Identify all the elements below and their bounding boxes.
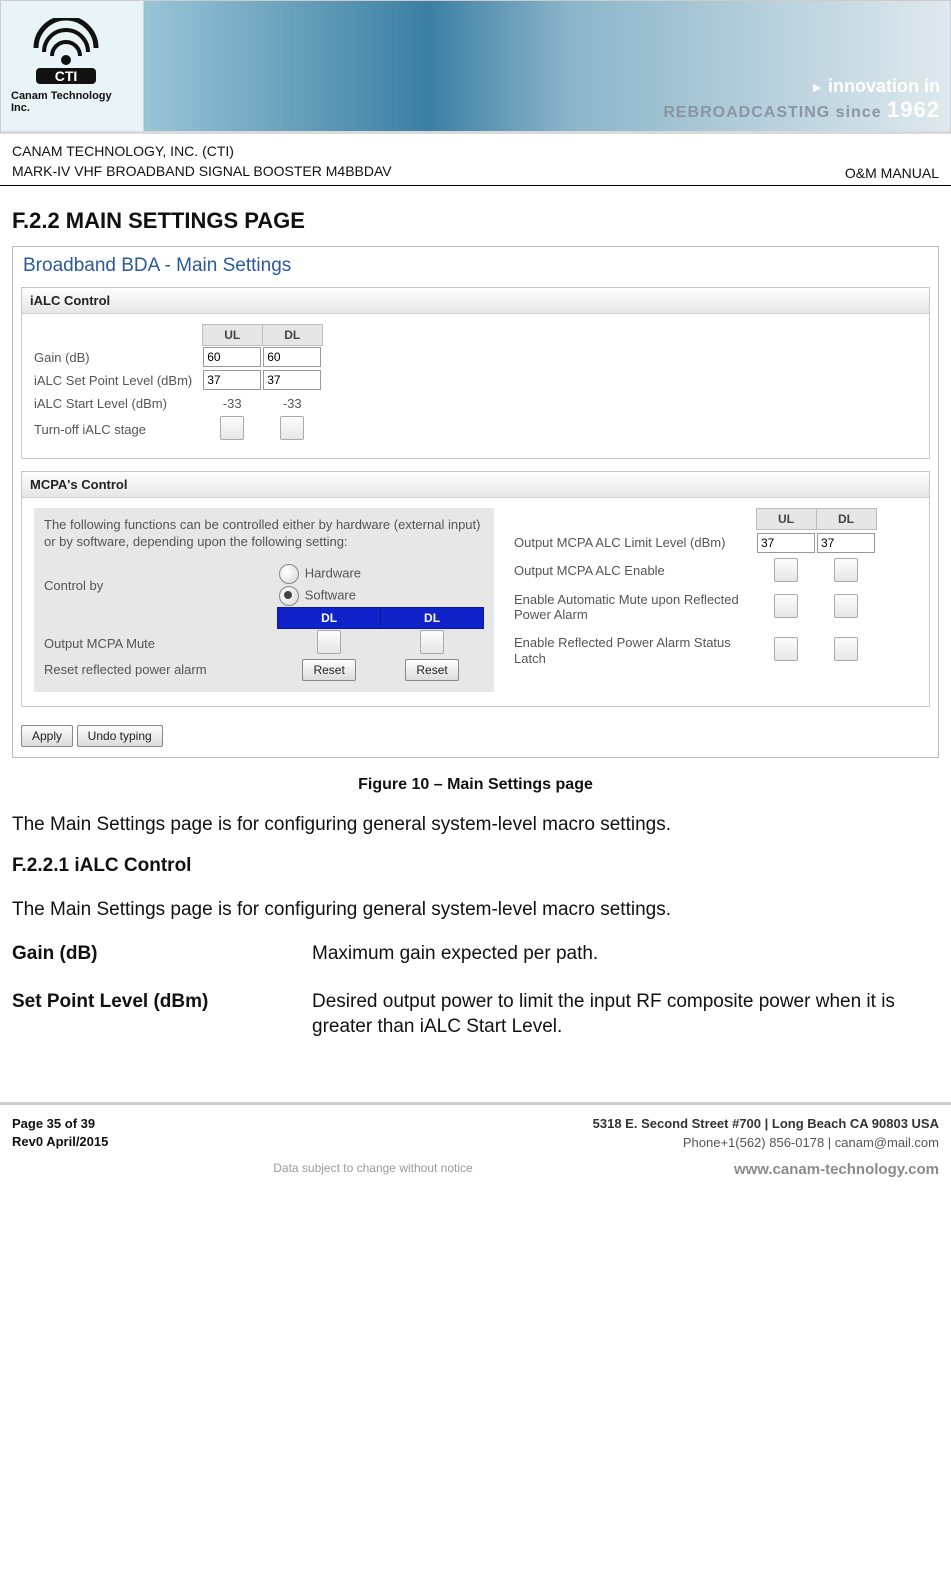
- reset-dl1-button[interactable]: Reset: [302, 659, 355, 681]
- mcpa-intro: The following functions can be controlle…: [44, 516, 484, 551]
- software-option: Software: [305, 587, 356, 602]
- turnoff-label: Turn-off iALC stage: [34, 415, 202, 444]
- gain-label: Gain (dB): [34, 346, 202, 369]
- setpoint-dl-input[interactable]: [263, 370, 321, 390]
- reset-dl2-button[interactable]: Reset: [405, 659, 458, 681]
- footer-rev: Rev0 April/2015: [12, 1133, 108, 1151]
- alc-enable-label: Output MCPA ALC Enable: [514, 557, 756, 586]
- svg-text:CTI: CTI: [55, 68, 78, 84]
- limit-ul-input[interactable]: [757, 533, 815, 553]
- section-title: F.2.2 MAIN SETTINGS PAGE: [0, 186, 951, 238]
- ialc-panel: iALC Control UL DL Gain (dB) iALC Set Po…: [21, 287, 930, 459]
- ialc-col-ul: UL: [202, 325, 262, 346]
- gain-ul-input[interactable]: [203, 347, 261, 367]
- tagline-line2b: since: [836, 104, 882, 121]
- triangle-icon: ►: [810, 79, 824, 95]
- footer-website: www.canam-technology.com: [734, 1161, 939, 1178]
- banner: CTI Canam Technology Inc. ►innovation in…: [0, 0, 951, 134]
- banner-tagline: ►innovation in REBROADCASTING since 1962: [663, 76, 940, 123]
- limit-label: Output MCPA ALC Limit Level (dBm): [514, 529, 756, 557]
- alc-enable-ul-checkbox[interactable]: [774, 558, 798, 582]
- latch-label: Enable Reflected Power Alarm Status Latc…: [514, 629, 756, 672]
- tagline-line1: innovation in: [828, 76, 940, 96]
- mute-label: Output MCPA Mute: [44, 628, 278, 658]
- automute-ul-checkbox[interactable]: [774, 594, 798, 618]
- screenshot-title: Broadband BDA - Main Settings: [13, 247, 938, 287]
- screenshot-panel: Broadband BDA - Main Settings iALC Contr…: [12, 246, 939, 758]
- paragraph-2: The Main Settings page is for configurin…: [0, 897, 951, 941]
- setpoint-label: iALC Set Point Level (dBm): [34, 369, 202, 392]
- latch-dl-checkbox[interactable]: [834, 637, 858, 661]
- automute-label: Enable Automatic Mute upon Reflected Pow…: [514, 586, 756, 629]
- mcpa-right-block: UL DL Output MCPA ALC Limit Level (dBm) …: [514, 508, 877, 692]
- tagline-year: 1962: [887, 97, 940, 122]
- def-gain-desc: Maximum gain expected per path.: [312, 941, 939, 989]
- hardware-option: Hardware: [305, 565, 361, 580]
- footer-disclaimer: Data subject to change without notice: [273, 1161, 472, 1178]
- paragraph-1: The Main Settings page is for configurin…: [0, 812, 951, 856]
- def-gain-term: Gain (dB): [12, 941, 312, 989]
- latch-ul-checkbox[interactable]: [774, 637, 798, 661]
- mcpa-panel: MCPA's Control The following functions c…: [21, 471, 930, 707]
- logo-text: Canam Technology Inc.: [11, 90, 121, 114]
- mcpa-left-block: The following functions can be controlle…: [34, 508, 494, 692]
- automute-dl-checkbox[interactable]: [834, 594, 858, 618]
- alc-enable-dl-checkbox[interactable]: [834, 558, 858, 582]
- def-setpoint-desc: Desired output power to limit the input …: [312, 989, 939, 1062]
- footer-page: Page 35 of 39: [12, 1115, 108, 1133]
- limit-dl-input[interactable]: [817, 533, 875, 553]
- figure-caption: Figure 10 – Main Settings page: [0, 762, 951, 812]
- product-name: MARK-IV VHF BROADBAND SIGNAL BOOSTER M4B…: [12, 162, 392, 182]
- undo-button[interactable]: Undo typing: [77, 725, 163, 747]
- hardware-radio[interactable]: [279, 564, 299, 584]
- control-by-label: Control by: [44, 563, 278, 608]
- mcpa-panel-header: MCPA's Control: [22, 472, 929, 498]
- mcpa-dl-col1: DL: [278, 607, 381, 628]
- footer-address: 5318 E. Second Street #700 | Long Beach …: [593, 1116, 939, 1131]
- mcpa-right-dl: DL: [816, 508, 876, 529]
- sub-footer: Data subject to change without notice ww…: [0, 1157, 951, 1190]
- footer-phone: Phone+1(562) 856-0178 | canam@mail.com: [593, 1134, 939, 1153]
- start-label: iALC Start Level (dBm): [34, 392, 202, 415]
- turnoff-ul-checkbox[interactable]: [220, 416, 244, 440]
- definitions-table: Gain (dB) Maximum gain expected per path…: [12, 941, 939, 1062]
- setpoint-ul-input[interactable]: [203, 370, 261, 390]
- cti-logo: CTI Canam Technology Inc.: [11, 16, 121, 116]
- doc-type: O&M MANUAL: [845, 165, 939, 181]
- tagline-line2a: REBROADCASTING: [663, 104, 830, 121]
- mute-dl1-checkbox[interactable]: [317, 630, 341, 654]
- company-name: CANAM TECHNOLOGY, INC. (CTI): [12, 142, 392, 162]
- ialc-panel-header: iALC Control: [22, 288, 929, 314]
- software-radio[interactable]: [279, 586, 299, 606]
- document-header: CANAM TECHNOLOGY, INC. (CTI) MARK-IV VHF…: [0, 134, 951, 186]
- gain-dl-input[interactable]: [263, 347, 321, 367]
- mcpa-dl-col2: DL: [381, 607, 484, 628]
- apply-button[interactable]: Apply: [21, 725, 73, 747]
- reset-label: Reset reflected power alarm: [44, 658, 278, 682]
- ialc-col-dl: DL: [262, 325, 322, 346]
- mute-dl2-checkbox[interactable]: [420, 630, 444, 654]
- subsection-title: F.2.2.1 iALC Control: [0, 855, 951, 897]
- page-footer: Page 35 of 39 Rev0 April/2015 5318 E. Se…: [0, 1102, 951, 1157]
- turnoff-dl-checkbox[interactable]: [280, 416, 304, 440]
- mcpa-right-ul: UL: [756, 508, 816, 529]
- def-setpoint-term: Set Point Level (dBm): [12, 989, 312, 1062]
- start-ul-value: -33: [202, 392, 262, 415]
- start-dl-value: -33: [262, 392, 322, 415]
